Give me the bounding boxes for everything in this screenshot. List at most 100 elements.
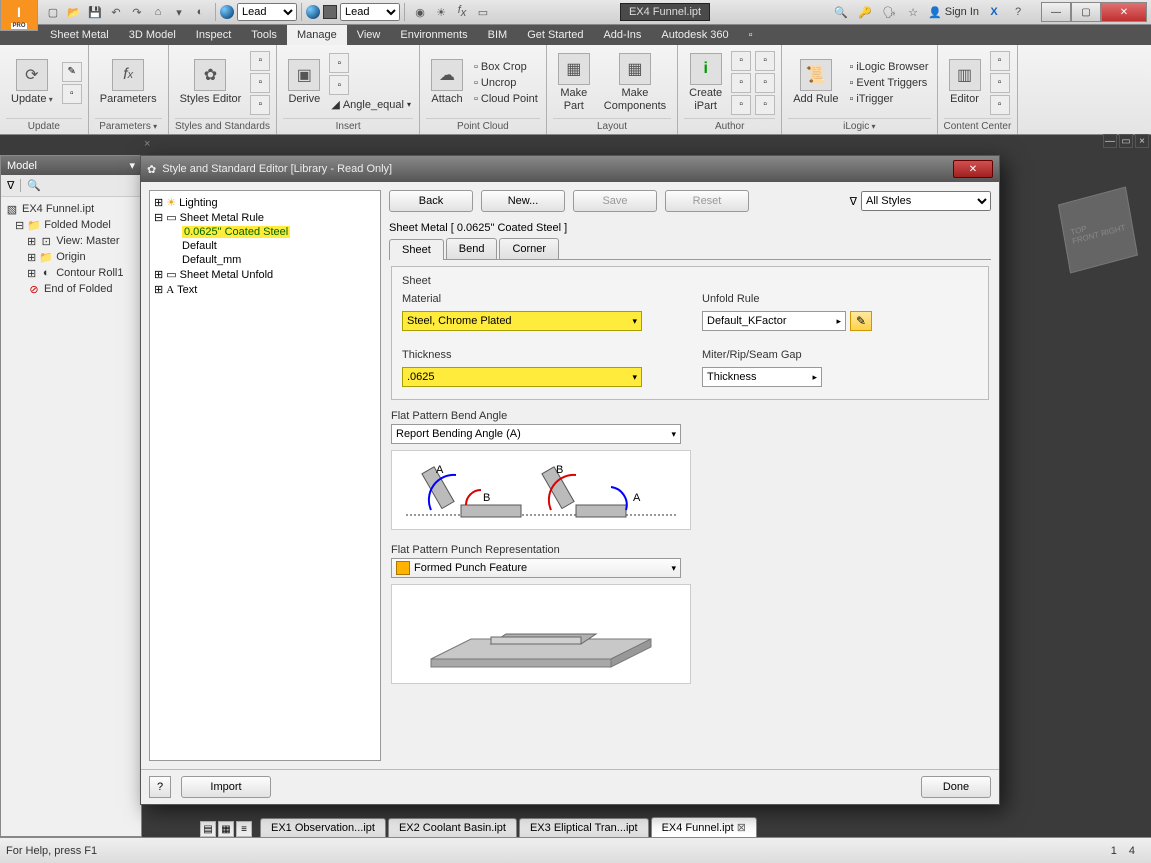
tree-default-mm[interactable]: Default_mm	[152, 253, 378, 267]
create-ipart-button[interactable]: iCreate iPart	[684, 51, 727, 113]
author-sub5-icon[interactable]: ▫	[755, 73, 775, 93]
styles-sub2-icon[interactable]: ▫	[250, 73, 270, 93]
tab-view[interactable]: View	[347, 25, 391, 45]
parameters-button[interactable]: fxParameters	[95, 57, 162, 107]
panel-close-x[interactable]: ×	[144, 138, 150, 150]
update-sub1-icon[interactable]: ✎	[62, 62, 82, 82]
find-icon[interactable]: 🔍	[27, 179, 41, 192]
qat-undo-icon[interactable]: ↶	[107, 3, 125, 21]
chevron-down-icon[interactable]: ▾	[129, 159, 135, 172]
tab-sheet[interactable]: Sheet	[389, 239, 444, 260]
thickness-input[interactable]: .0625	[402, 367, 642, 387]
cc-sub1-icon[interactable]: ▫	[990, 51, 1010, 71]
dialog-help-button[interactable]: ?	[149, 776, 171, 798]
tree-folded[interactable]: ⊟📁Folded Model	[3, 217, 139, 233]
ilogic-browser-button[interactable]: ▫iLogic Browser	[847, 60, 930, 74]
doctab-prev-icon[interactable]: ≡	[236, 821, 252, 837]
tree-text[interactable]: ⊞AText	[152, 282, 378, 297]
author-sub4-icon[interactable]: ▫	[755, 51, 775, 71]
tab-environments[interactable]: Environments	[390, 25, 477, 45]
maximize-button[interactable]: ▢	[1071, 2, 1101, 22]
help-icon[interactable]: ?	[1009, 3, 1027, 21]
filter-icon[interactable]: ∇	[7, 179, 14, 192]
group-label-parameters[interactable]: Parameters	[95, 118, 162, 134]
tab-tools[interactable]: Tools	[241, 25, 287, 45]
tab-corner[interactable]: Corner	[499, 238, 559, 259]
done-button[interactable]: Done	[921, 776, 991, 798]
viewcube[interactable]: TOPFRONT RIGHT	[1058, 186, 1138, 273]
update-button[interactable]: ⟳Update	[6, 57, 58, 107]
editor-button[interactable]: ▥Editor	[944, 57, 986, 107]
author-sub6-icon[interactable]: ▫	[755, 95, 775, 115]
tab-bim[interactable]: BIM	[478, 25, 518, 45]
update-sub2-icon[interactable]: ▫	[62, 84, 82, 104]
cc-sub2-icon[interactable]: ▫	[990, 73, 1010, 93]
make-part-button[interactable]: ▦Make Part	[553, 51, 595, 113]
filter-funnel-icon[interactable]: ∇	[850, 195, 857, 208]
qat-save-icon[interactable]: 💾	[86, 3, 104, 21]
sign-in-button[interactable]: 👤Sign In	[928, 6, 979, 19]
angle-equal-combo[interactable]: ◢Angle_equal▾	[329, 97, 413, 112]
tab-manage[interactable]: Manage	[287, 25, 347, 45]
new-button[interactable]: New...	[481, 190, 565, 212]
event-triggers-button[interactable]: ▫Event Triggers	[847, 76, 930, 90]
material-combo-2[interactable]: Lead	[301, 3, 404, 21]
author-sub1-icon[interactable]: ▫	[731, 51, 751, 71]
author-sub2-icon[interactable]: ▫	[731, 73, 751, 93]
itrigger-button[interactable]: ▫iTrigger	[847, 92, 930, 106]
qat-appearance-icon[interactable]: ◉	[411, 3, 429, 21]
tab-extra-icon[interactable]: ▫	[739, 25, 763, 45]
bendangle-select[interactable]: Report Bending Angle (A)	[391, 424, 681, 444]
qat-material-icon[interactable]: ◐	[191, 3, 209, 21]
qat-adjust-icon[interactable]: ☀	[432, 3, 450, 21]
tree-end-of-folded[interactable]: ⊘End of Folded	[3, 281, 139, 297]
qat-new-icon[interactable]: ▢	[44, 3, 62, 21]
tab-add-ins[interactable]: Add-Ins	[593, 25, 651, 45]
qat-redo-icon[interactable]: ↷	[128, 3, 146, 21]
back-button[interactable]: Back	[389, 190, 473, 212]
tree-sheet-metal-unfold[interactable]: ⊞▭Sheet Metal Unfold	[152, 267, 378, 282]
comm-icon[interactable]: 🗣	[880, 3, 898, 21]
favorite-icon[interactable]: ☆	[904, 3, 922, 21]
key-icon[interactable]: 🔑	[856, 3, 874, 21]
doctab-close-icon[interactable]: ⊠	[737, 822, 746, 834]
make-components-button[interactable]: ▦Make Components	[599, 51, 671, 113]
material-select[interactable]: Steel, Chrome Plated	[402, 311, 642, 331]
lead-select-2[interactable]: Lead	[340, 3, 400, 21]
miter-select[interactable]: Thickness	[702, 367, 822, 387]
derive-button[interactable]: ▣Derive	[283, 57, 325, 107]
tab-sheet-metal[interactable]: Sheet Metal	[40, 25, 119, 45]
tree-lighting[interactable]: ⊞☀Lighting	[152, 195, 378, 210]
add-rule-button[interactable]: 📜Add Rule	[788, 57, 843, 107]
search-icon[interactable]: 🔍	[832, 3, 850, 21]
styles-sub3-icon[interactable]: ▫	[250, 95, 270, 115]
group-label-ilogic[interactable]: iLogic	[788, 118, 930, 134]
tab-3d-model[interactable]: 3D Model	[119, 25, 186, 45]
doctab-ex4[interactable]: EX4 Funnel.ipt ⊠	[651, 817, 757, 837]
tab-inspect[interactable]: Inspect	[186, 25, 241, 45]
tree-view-master[interactable]: ⊞⊡View: Master	[3, 233, 139, 249]
doctab-tile-icon[interactable]: ▦	[218, 821, 234, 837]
doctab-ex3[interactable]: EX3 Eliptical Tran...ipt	[519, 818, 649, 837]
edit-unfold-icon[interactable]: ✎	[850, 311, 872, 331]
doctab-ex2[interactable]: EX2 Coolant Basin.ipt	[388, 818, 517, 837]
exchange-icon[interactable]: X	[985, 3, 1003, 21]
tab-bend[interactable]: Bend	[446, 238, 498, 259]
tree-sheet-metal-rule[interactable]: ⊟▭Sheet Metal Rule	[152, 210, 378, 225]
mdi-minimize[interactable]: —	[1103, 134, 1117, 148]
tree-default[interactable]: Default	[152, 239, 378, 253]
punch-select[interactable]: Formed Punch Feature	[391, 558, 681, 578]
model-header[interactable]: Model▾	[1, 156, 141, 175]
doctab-ex1[interactable]: EX1 Observation...ipt	[260, 818, 386, 837]
insert-sub2-icon[interactable]: ▫	[329, 75, 349, 95]
tab-get-started[interactable]: Get Started	[517, 25, 593, 45]
mdi-close[interactable]: ×	[1135, 134, 1149, 148]
tree-root[interactable]: ▧EX4 Funnel.ipt	[3, 201, 139, 217]
insert-sub1-icon[interactable]: ▫	[329, 53, 349, 73]
tree-coated-steel[interactable]: 0.0625" Coated Steel	[152, 225, 378, 239]
qat-fx-icon[interactable]: fx	[453, 3, 471, 21]
doctab-list-icon[interactable]: ▤	[200, 821, 216, 837]
minimize-button[interactable]: —	[1041, 2, 1071, 22]
qat-open-icon[interactable]: 📂	[65, 3, 83, 21]
qat-home-icon[interactable]: ⌂	[149, 3, 167, 21]
